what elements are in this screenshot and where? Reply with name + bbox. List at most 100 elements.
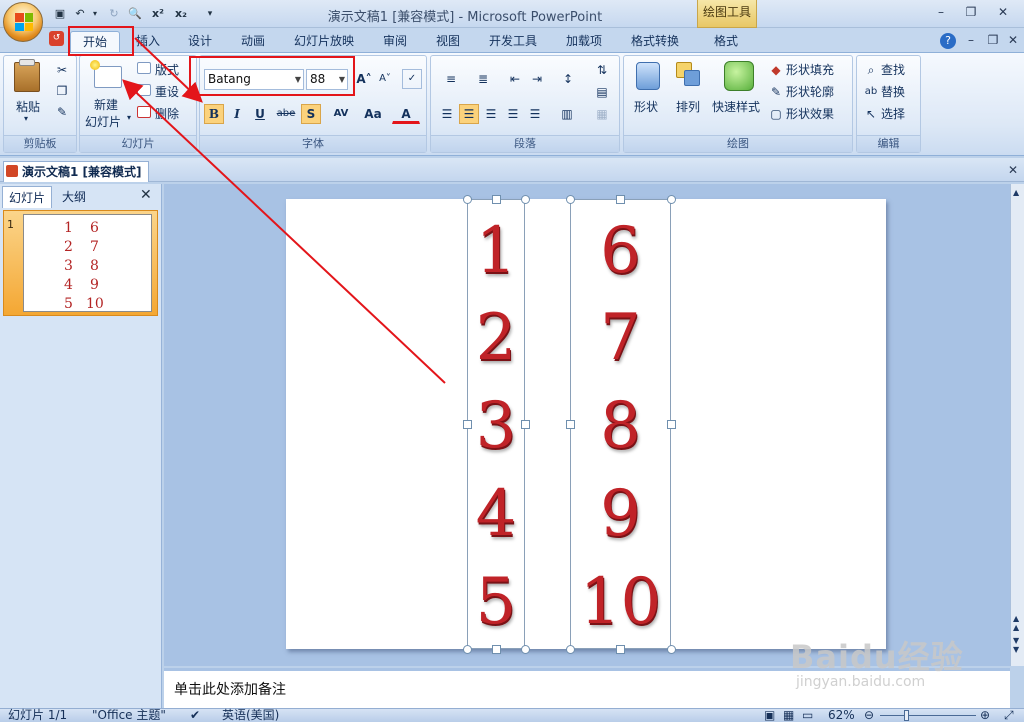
shape-effects-button[interactable]: 形状效果 (786, 105, 834, 122)
customize-qat-icon[interactable]: ▾ (204, 5, 216, 23)
doc-close-icon[interactable]: ✕ (1000, 31, 1024, 49)
help-icon[interactable]: ? (940, 33, 956, 49)
align-text-icon[interactable]: ▤ (589, 82, 615, 102)
justify-icon[interactable]: ☰ (503, 104, 523, 124)
new-slide-label-2[interactable]: 幻灯片 (85, 113, 121, 130)
font-name-dropdown-icon[interactable]: ▼ (295, 70, 301, 89)
shape-outline-button[interactable]: 形状轮廓 (786, 83, 834, 100)
bold-button[interactable]: B (204, 104, 224, 124)
pane-tab-outline[interactable]: 大纲 (56, 186, 92, 208)
delete-button[interactable]: 删除 (155, 105, 179, 122)
cut-icon[interactable]: ✂ (52, 60, 72, 80)
notes-placeholder[interactable]: 单击此处添加备注 (174, 679, 286, 699)
clear-format-icon[interactable]: ✓ (402, 69, 422, 89)
pane-close-icon[interactable]: ✕ (140, 187, 152, 203)
tab-format[interactable]: 格式 (706, 31, 746, 52)
resize-handle[interactable] (667, 645, 676, 654)
resize-handle[interactable] (492, 645, 501, 654)
find-button[interactable]: 查找 (881, 61, 905, 78)
new-slide-icon[interactable] (94, 66, 122, 88)
copy-icon[interactable]: ❐ (52, 81, 72, 101)
paste-button[interactable]: 粘贴 (16, 98, 40, 115)
shape-outline-icon[interactable]: ✎ (766, 82, 786, 102)
tab-insert[interactable]: 插入 (128, 31, 168, 52)
resize-handle[interactable] (616, 195, 625, 204)
format-painter-icon[interactable]: ✎ (52, 102, 72, 122)
resize-handle[interactable] (566, 195, 575, 204)
increase-indent-icon[interactable]: ⇥ (527, 69, 547, 89)
tab-home[interactable]: 开始 (70, 31, 120, 52)
resize-handle[interactable] (521, 645, 530, 654)
undo-dropdown-icon[interactable]: ▾ (90, 5, 100, 23)
font-size-combo[interactable]: 88 ▼ (306, 69, 348, 90)
align-left-icon[interactable]: ☰ (437, 104, 457, 124)
paste-icon[interactable] (14, 62, 40, 92)
resize-handle[interactable] (492, 195, 501, 204)
tab-developer[interactable]: 开发工具 (482, 31, 544, 52)
decrease-indent-icon[interactable]: ⇤ (505, 69, 525, 89)
resize-handle[interactable] (463, 195, 472, 204)
replace-button[interactable]: 替换 (881, 83, 905, 100)
shrink-font-icon[interactable]: A˅ (375, 69, 395, 89)
text-shadow-button[interactable]: S (301, 104, 321, 124)
grow-font-icon[interactable]: A˄ (354, 69, 374, 89)
slideshow-view-icon[interactable]: ▭ (802, 709, 813, 722)
redo-icon[interactable]: ↻ (106, 5, 122, 23)
resize-handle[interactable] (667, 195, 676, 204)
close-icon[interactable]: ✕ (990, 3, 1016, 21)
replace-icon[interactable]: ab (861, 82, 881, 102)
shapes-icon[interactable] (636, 62, 660, 90)
resize-handle[interactable] (667, 420, 676, 429)
tab-animation[interactable]: 动画 (233, 31, 273, 52)
distribute-icon[interactable]: ☰ (525, 104, 545, 124)
new-slide-dropdown-icon[interactable]: ▾ (127, 113, 131, 122)
font-size-dropdown-icon[interactable]: ▼ (339, 70, 345, 89)
minimize-icon[interactable]: – (928, 3, 954, 21)
resize-handle[interactable] (463, 645, 472, 654)
char-spacing-button[interactable]: AV (326, 104, 356, 124)
quick-styles-icon[interactable] (724, 61, 754, 91)
select-button[interactable]: 选择 (881, 105, 905, 122)
font-color-button[interactable]: A (392, 104, 420, 124)
save-icon[interactable]: ▣ (52, 5, 68, 23)
zoom-out-icon[interactable]: ⊖ (864, 709, 874, 722)
columns-icon[interactable]: ▥ (553, 104, 581, 124)
change-case-button[interactable]: Aa (359, 104, 387, 124)
font-name-combo[interactable]: Batang ▼ (204, 69, 304, 90)
superscript-button[interactable]: x² (148, 5, 168, 23)
vertical-scrollbar[interactable]: ▲ ▲ ▲ ▼ ▼ (1010, 184, 1024, 666)
align-center-icon[interactable]: ☰ (459, 104, 479, 124)
zoom-thumb[interactable] (904, 710, 909, 721)
find-icon[interactable]: ⌕ (861, 60, 881, 80)
status-language[interactable]: 英语(美国) (222, 709, 279, 722)
line-spacing-icon[interactable]: ↕ (554, 69, 582, 89)
resize-handle[interactable] (616, 645, 625, 654)
resize-handle[interactable] (463, 420, 472, 429)
undo-icon[interactable]: ↶ (72, 5, 88, 23)
zoom-in-icon[interactable]: ⊕ (980, 709, 990, 722)
tab-design[interactable]: 设计 (180, 31, 220, 52)
office-button[interactable] (3, 2, 43, 42)
paste-dropdown-icon[interactable]: ▾ (24, 114, 28, 123)
restore-icon[interactable]: ❐ (958, 3, 984, 21)
numbering-icon[interactable]: ≣ (469, 69, 497, 89)
zoom-slider[interactable] (880, 715, 976, 716)
sorter-view-icon[interactable]: ▦ (783, 709, 794, 722)
normal-view-icon[interactable]: ▣ (764, 709, 775, 722)
smartart-icon[interactable]: ▦ (589, 104, 615, 124)
print-preview-icon[interactable]: 🔍 (126, 5, 144, 23)
bullets-icon[interactable]: ≡ (437, 69, 465, 89)
tab-addins[interactable]: 加载项 (558, 31, 610, 52)
prev-slide-icon[interactable]: ▲ ▲ (1013, 614, 1019, 632)
resize-handle[interactable] (521, 420, 530, 429)
pane-tab-slides[interactable]: 幻灯片 (2, 186, 53, 208)
tab-view[interactable]: 视图 (428, 31, 468, 52)
layout-icon[interactable] (137, 62, 151, 74)
slide-thumbnail[interactable]: 1 2 3 4 5 6 7 8 9 10 (23, 214, 152, 312)
scroll-up-icon[interactable]: ▲ (1013, 188, 1019, 197)
resize-handle[interactable] (566, 420, 575, 429)
italic-button[interactable]: I (227, 104, 247, 124)
resize-handle[interactable] (566, 645, 575, 654)
strikethrough-button[interactable]: abe (273, 104, 299, 124)
zoom-level[interactable]: 62% (828, 709, 855, 722)
